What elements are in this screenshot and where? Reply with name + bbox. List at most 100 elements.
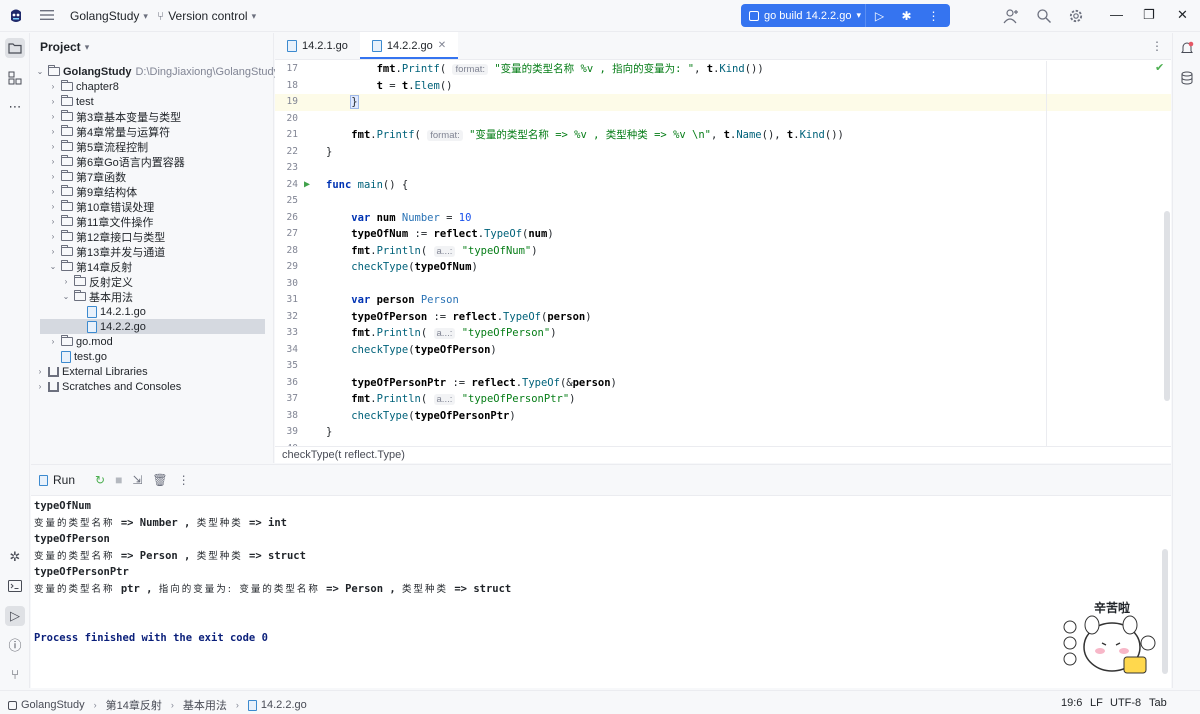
code-line[interactable]: 31 var person Person xyxy=(275,292,1171,309)
tree-item[interactable]: › Scratches and Consoles xyxy=(35,379,182,394)
console-scrollbar[interactable] xyxy=(1162,549,1168,674)
code-line[interactable]: 38 checkType(typeOfPersonPtr) xyxy=(275,408,1171,425)
tree-item[interactable]: › chapter8 xyxy=(48,79,119,94)
more-actions-button[interactable]: ⋮ xyxy=(920,9,947,23)
database-icon[interactable] xyxy=(1177,68,1197,88)
structure-tool-icon[interactable] xyxy=(5,68,25,88)
tree-item[interactable]: › 第10章错误处理 xyxy=(48,199,154,214)
close-window-button[interactable]: ✕ xyxy=(1177,7,1188,23)
tree-item[interactable]: › test xyxy=(48,94,94,109)
chevron-down-icon[interactable]: ⌄ xyxy=(61,292,71,301)
version-control-menu[interactable]: ⑂ Version control ▾ xyxy=(157,9,256,23)
project-panel-header[interactable]: Project ▾ xyxy=(31,33,273,61)
chevron-right-icon[interactable]: › xyxy=(48,217,58,226)
chevron-right-icon[interactable]: › xyxy=(48,127,58,136)
tree-item[interactable]: ⌄ 第14章反射 xyxy=(48,259,132,274)
chevron-right-icon[interactable]: › xyxy=(48,337,58,346)
tree-item[interactable]: › 第12章接口与类型 xyxy=(48,229,165,244)
chevron-right-icon[interactable]: › xyxy=(48,142,58,151)
chevron-down-icon[interactable]: ⌄ xyxy=(35,67,45,76)
chevron-right-icon[interactable]: › xyxy=(48,202,58,211)
chevron-right-icon[interactable]: › xyxy=(48,232,58,241)
code-line[interactable]: 37 fmt.Println( a...: "typeOfPersonPtr") xyxy=(275,391,1171,408)
editor-breadcrumb[interactable]: checkType(t reflect.Type) xyxy=(275,446,1171,463)
code-line[interactable]: 24 ▶ func main() { xyxy=(275,177,1171,194)
tab-14-2-1-go[interactable]: 14.2.1.go xyxy=(275,32,360,59)
editor-scrollbar[interactable] xyxy=(1164,211,1170,401)
tab-14-2-2-go[interactable]: 14.2.2.go ✕ xyxy=(359,32,459,59)
tree-item[interactable]: › go.mod xyxy=(48,334,113,349)
code-line[interactable]: 21 fmt.Printf( format: "变量的类型名称 => %v , … xyxy=(275,127,1171,144)
crumb-project[interactable]: GolangStudy xyxy=(21,699,85,711)
code-line[interactable]: 33 fmt.Println( a...: "typeOfPerson") xyxy=(275,325,1171,342)
code-line[interactable]: 29 checkType(typeOfNum) xyxy=(275,259,1171,276)
chevron-right-icon[interactable]: › xyxy=(61,277,71,286)
code-line[interactable]: 32 typeOfPerson := reflect.TypeOf(person… xyxy=(275,309,1171,326)
run-tool-icon[interactable]: ▷ xyxy=(5,606,25,626)
more-tools-icon[interactable]: ⋯ xyxy=(5,97,25,117)
chevron-right-icon[interactable]: › xyxy=(48,172,58,181)
search-icon[interactable] xyxy=(1036,8,1052,24)
restore-button[interactable]: ❐ xyxy=(1143,7,1155,23)
tree-item[interactable]: › 第7章函数 xyxy=(48,169,126,184)
code-line[interactable]: 22} xyxy=(275,144,1171,161)
rerun-icon[interactable]: ↻ xyxy=(95,473,105,487)
main-menu-icon[interactable] xyxy=(40,9,54,21)
tree-item[interactable]: › External Libraries xyxy=(35,364,148,379)
chevron-down-icon[interactable]: ⌄ xyxy=(48,262,58,271)
caret-position[interactable]: 19:6 xyxy=(1061,697,1082,709)
add-user-icon[interactable] xyxy=(1003,8,1019,24)
crumb-chapter[interactable]: 第14章反射 xyxy=(106,697,162,713)
tree-item[interactable]: › 第3章基本变量与类型 xyxy=(48,109,181,124)
more-vertical-icon[interactable]: ⋮ xyxy=(178,473,190,487)
inspection-ok-icon[interactable]: ✔ xyxy=(1155,61,1164,74)
tree-item[interactable]: › 第4章常量与运算符 xyxy=(48,124,170,139)
code-line[interactable]: 30 xyxy=(275,276,1171,293)
problems-tool-icon[interactable]: ⓘ xyxy=(5,636,25,656)
code-line[interactable]: 18 t = t.Elem() xyxy=(275,78,1171,95)
trash-icon[interactable]: 🗑 xyxy=(152,473,167,487)
app-logo-icon[interactable] xyxy=(8,8,24,24)
code-line[interactable]: 39} xyxy=(275,424,1171,441)
run-gutter-icon[interactable]: ▶ xyxy=(304,177,310,194)
chevron-right-icon[interactable]: › xyxy=(48,247,58,256)
code-line[interactable]: 19 } xyxy=(275,94,1171,111)
tree-item[interactable]: › 反射定义 xyxy=(61,274,133,289)
chevron-right-icon[interactable]: › xyxy=(48,112,58,121)
project-switcher[interactable]: GolangStudy ▾ xyxy=(70,9,148,23)
tab-options-icon[interactable]: ⋮ xyxy=(1151,39,1163,53)
debug-button[interactable]: ✱ xyxy=(893,9,920,23)
tree-item[interactable]: › 第11章文件操作 xyxy=(48,214,153,229)
tree-item[interactable]: › 第9章结构体 xyxy=(48,184,137,199)
tree-item[interactable]: › 第13章并发与通道 xyxy=(48,244,165,259)
project-tool-icon[interactable] xyxy=(5,38,25,58)
stop-icon[interactable]: ■ xyxy=(115,473,122,487)
chevron-right-icon[interactable]: › xyxy=(35,382,45,391)
run-config-selector[interactable]: go build 14.2.2.go ▾ xyxy=(741,4,865,27)
chevron-right-icon[interactable]: › xyxy=(48,157,58,166)
code-line[interactable]: 27 typeOfNum := reflect.TypeOf(num) xyxy=(275,226,1171,243)
line-separator[interactable]: LF xyxy=(1090,697,1103,709)
tree-item[interactable]: ⌄ 基本用法 xyxy=(61,289,133,304)
tree-item[interactable]: › 第6章Go语言内置容器 xyxy=(48,154,185,169)
code-line[interactable]: 28 fmt.Println( a...: "typeOfNum") xyxy=(275,243,1171,260)
close-icon[interactable]: ✕ xyxy=(438,40,446,51)
tree-item[interactable]: test.go xyxy=(48,349,107,364)
tree-item[interactable]: ⌄ GolangStudy D:\DingJiaxiong\GolangStudy xyxy=(35,64,279,79)
indent-setting[interactable]: Tab xyxy=(1149,697,1167,709)
file-encoding[interactable]: UTF-8 xyxy=(1110,697,1141,709)
code-line[interactable]: 17 fmt.Printf( format: "变量的类型名称 %v , 指向的… xyxy=(275,61,1171,78)
tree-item[interactable]: › 第5章流程控制 xyxy=(48,139,148,154)
crumb-file[interactable]: 14.2.2.go xyxy=(261,699,307,711)
chevron-right-icon[interactable]: › xyxy=(35,367,45,376)
chevron-right-icon[interactable]: › xyxy=(48,97,58,106)
git-tool-icon[interactable]: ⑂ xyxy=(5,665,25,685)
minimize-button[interactable]: — xyxy=(1110,7,1123,22)
code-line[interactable]: 23 xyxy=(275,160,1171,177)
scroll-to-end-icon[interactable]: ⇲ xyxy=(132,473,142,487)
notifications-icon[interactable] xyxy=(1177,38,1197,58)
terminal-tool-icon[interactable] xyxy=(5,576,25,596)
code-line[interactable]: 26 var num Number = 10 xyxy=(275,210,1171,227)
crumb-folder[interactable]: 基本用法 xyxy=(183,697,227,713)
tree-item[interactable]: 14.2.1.go xyxy=(74,304,146,319)
